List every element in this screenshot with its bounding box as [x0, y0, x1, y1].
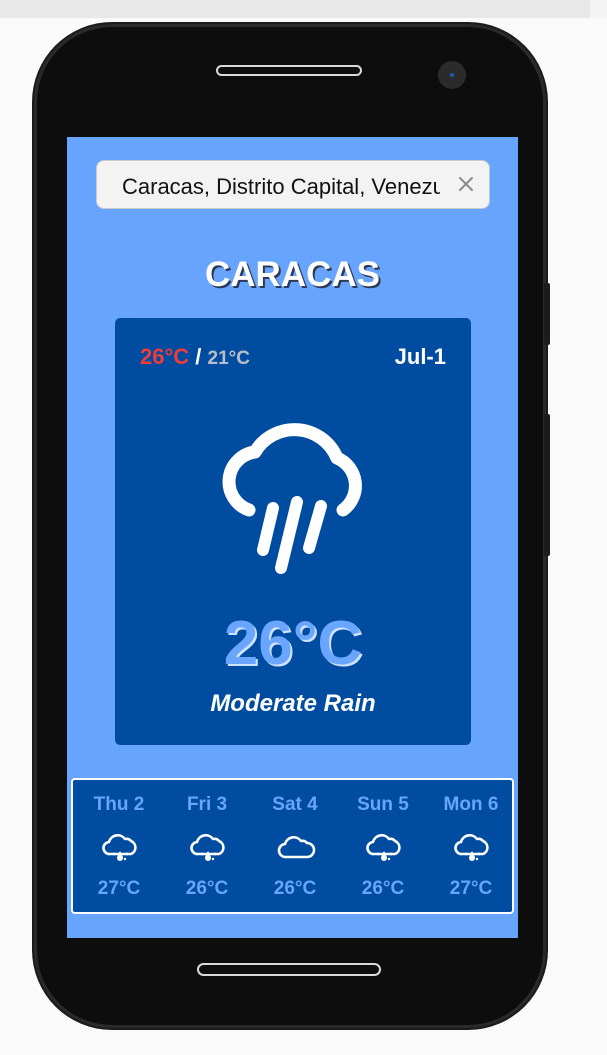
forecast-day-label: Thu 2 [93, 794, 145, 815]
app-screen: Caracas, Distrito Capital, Venezuela CAR… [67, 137, 518, 938]
rain-drop-cloud-icon [187, 830, 229, 866]
rain-cloud-icon [222, 423, 362, 574]
five-day-forecast: Thu 2 27°C Fri 3 26°C Sat 4 26°C Sun 5 2… [71, 778, 514, 914]
cloud-icon [275, 830, 317, 866]
forecast-day-label: Fri 3 [186, 794, 228, 815]
rain-drop-cloud-icon [451, 830, 493, 866]
speaker-grille [216, 65, 362, 76]
search-input-value[interactable]: Caracas, Distrito Capital, Venezuela [122, 174, 440, 200]
rain-drop-cloud-icon [99, 830, 141, 866]
forecast-day-temp: 27°C [449, 878, 493, 899]
volume-button [544, 283, 550, 345]
temp-separator: / [195, 344, 202, 369]
forecast-day-label: Sun 5 [357, 794, 409, 815]
browser-top-bar-edge [590, 0, 607, 18]
weather-condition: Moderate Rain [210, 690, 376, 717]
forecast-day[interactable]: Fri 3 26°C [163, 780, 251, 912]
current-temperature: 26°C [223, 609, 363, 678]
home-button[interactable] [197, 963, 381, 976]
high-low-temps: 26°C / 21°C [140, 344, 250, 370]
power-button [544, 414, 550, 556]
low-temp: 21°C [207, 348, 250, 369]
high-temp: 26°C [140, 344, 190, 369]
front-camera [438, 61, 466, 89]
current-date: Jul-1 [394, 344, 446, 369]
forecast-day[interactable]: Sat 4 26°C [251, 780, 339, 912]
close-icon[interactable] [455, 173, 477, 195]
forecast-day[interactable]: Thu 2 27°C [75, 780, 163, 912]
today-weather-card: 26°C / 21°C Jul-1 26°C Moderate Rain [115, 318, 471, 745]
browser-top-bar [0, 0, 590, 18]
forecast-day[interactable]: Sun 5 26°C [339, 780, 427, 912]
forecast-day-temp: 26°C [361, 878, 405, 899]
city-title: CARACAS [205, 255, 380, 294]
forecast-day-temp: 26°C [273, 878, 317, 899]
rain-drop-cloud-icon [363, 830, 405, 866]
forecast-day-label: Mon 6 [443, 794, 499, 815]
forecast-day-temp: 26°C [185, 878, 229, 899]
forecast-day[interactable]: Mon 6 27°C [427, 780, 515, 912]
forecast-day-label: Sat 4 [272, 794, 318, 815]
forecast-day-temp: 27°C [97, 878, 141, 899]
location-search-input[interactable]: Caracas, Distrito Capital, Venezuela [96, 160, 490, 209]
